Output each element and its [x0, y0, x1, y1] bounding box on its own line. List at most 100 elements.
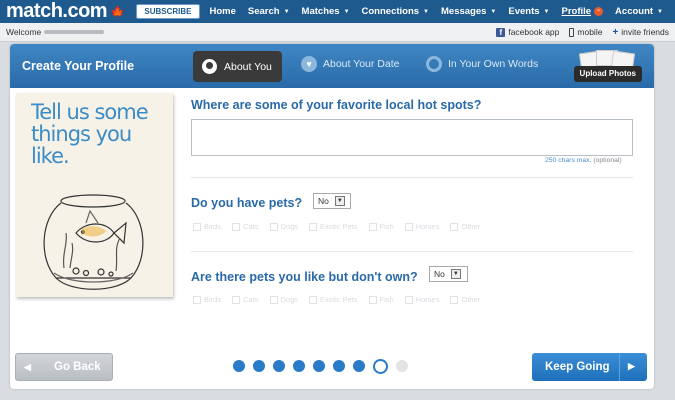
checkbox[interactable]: [309, 222, 318, 231]
nav-account-label: Account: [615, 6, 654, 17]
nav-search[interactable]: Search ▼: [248, 6, 290, 17]
checkbox[interactable]: [269, 295, 278, 304]
pet-option-dogs[interactable]: Dogs: [269, 222, 299, 231]
char-limit-text: 250 chars max.: [545, 157, 592, 164]
tab-in-your-own-words[interactable]: In Your Own Words: [426, 56, 538, 72]
checkbox[interactable]: [450, 295, 459, 304]
pet-option-birds[interactable]: Birds: [193, 222, 221, 231]
checkbox[interactable]: [269, 222, 278, 231]
pet-option-other[interactable]: Other: [450, 222, 480, 231]
pet-label: Dogs: [280, 295, 299, 304]
pet-label: Exotic Pets: [320, 222, 358, 231]
checkbox[interactable]: [404, 222, 413, 231]
chevron-down-icon: ▼: [283, 8, 290, 15]
checkbox[interactable]: [368, 222, 377, 231]
tab-about-your-date[interactable]: ♥ About Your Date: [301, 56, 399, 72]
facebook-app-label: facebook app: [508, 27, 560, 37]
chevron-down-icon: ▼: [334, 196, 345, 206]
welcome-bar: Welcome f facebook app mobile + invite fri…: [0, 23, 675, 42]
go-back-label: Go Back: [54, 361, 101, 373]
optional-label: (optional): [593, 157, 622, 164]
chevron-down-icon: ▼: [490, 8, 497, 15]
welcome-label: Welcome: [6, 27, 42, 37]
checkbox[interactable]: [368, 295, 377, 304]
pet-option-fish[interactable]: Fish: [368, 295, 394, 304]
facebook-app-link[interactable]: f facebook app: [496, 27, 559, 37]
pet-label: Fish: [379, 222, 394, 231]
button-separator: [619, 353, 620, 381]
upload-photos-button[interactable]: Upload Photos: [573, 66, 642, 82]
invite-friends-label: invite friends: [621, 27, 669, 37]
arrow-left-icon: ◀: [24, 361, 31, 372]
heart-icon: ♥: [301, 56, 317, 72]
nav-matches[interactable]: Matches ▼: [302, 6, 350, 17]
pet-option-exotic[interactable]: Exotic Pets: [309, 295, 358, 304]
top-nav: match.com 🍁 SUBSCRIBE Home Search ▼ Match…: [0, 0, 675, 23]
keep-going-button[interactable]: Keep Going ▶: [532, 353, 647, 381]
progress-dots: [233, 358, 416, 374]
have-pets-select[interactable]: No ▼: [313, 193, 351, 209]
question-have-pets: Do you have pets?: [191, 196, 303, 210]
progress-dot: [233, 360, 245, 372]
nav-connections-label: Connections: [361, 6, 420, 17]
progress-dot: [293, 360, 305, 372]
pet-label: Cats: [243, 295, 259, 304]
tab-about-you[interactable]: About You: [193, 51, 282, 82]
pet-option-dogs[interactable]: Dogs: [269, 295, 299, 304]
nav-home[interactable]: Home: [210, 6, 236, 17]
nav-profile-label: Profile: [561, 6, 592, 17]
nav-messages[interactable]: Messages ▼: [441, 6, 496, 17]
pet-option-horses[interactable]: Horses: [404, 295, 439, 304]
checkbox[interactable]: [404, 295, 413, 304]
profile-header: Create Your Profile About You ♥ About Yo…: [10, 44, 654, 88]
pet-label: Dogs: [280, 222, 299, 231]
pet-option-cats[interactable]: Cats: [232, 295, 259, 304]
tab-in-your-own-words-label: In Your Own Words: [448, 58, 539, 70]
site-logo[interactable]: match.com 🍁: [0, 0, 136, 23]
nav-search-label: Search: [247, 6, 280, 17]
mobile-link[interactable]: mobile: [569, 27, 602, 37]
checkbox[interactable]: [309, 295, 318, 304]
nav-events-label: Events: [508, 6, 540, 17]
page-title: Create Your Profile: [22, 59, 135, 73]
logo-text: match.com: [6, 0, 108, 22]
pet-option-cats[interactable]: Cats: [232, 222, 259, 231]
chevron-down-icon: ▼: [543, 8, 550, 15]
progress-dot: [273, 360, 285, 372]
go-back-button[interactable]: ◀ Go Back: [15, 353, 113, 381]
pet-label: Exotic Pets: [320, 295, 358, 304]
pet-label: Birds: [204, 222, 222, 231]
pet-option-exotic[interactable]: Exotic Pets: [309, 222, 358, 231]
mobile-phone-icon: [569, 27, 575, 37]
pet-option-other[interactable]: Other: [450, 295, 480, 304]
section-divider: [191, 251, 633, 252]
have-pets-value: No: [318, 196, 329, 206]
maple-leaf-icon: 🍁: [110, 4, 125, 19]
pet-option-fish[interactable]: Fish: [368, 222, 394, 231]
section-divider: [191, 177, 633, 178]
pet-label: Horses: [415, 222, 440, 231]
checkbox[interactable]: [450, 222, 459, 231]
facebook-icon: f: [496, 27, 506, 37]
nav-account[interactable]: Account ▼: [615, 6, 663, 17]
pet-option-horses[interactable]: Horses: [404, 222, 440, 231]
arrow-right-icon: ▶: [628, 361, 635, 371]
user-icon: [202, 59, 217, 74]
nav-events[interactable]: Events ▼: [508, 6, 549, 17]
checkbox[interactable]: [193, 222, 201, 231]
pet-label: Birds: [204, 295, 222, 304]
checkbox[interactable]: [232, 222, 241, 231]
profile-alert-icon: −: [594, 7, 604, 16]
hot-spots-textarea[interactable]: [191, 119, 633, 156]
progress-dot: [313, 360, 325, 372]
checkbox[interactable]: [232, 295, 241, 304]
pets-like-select[interactable]: No ▼: [429, 266, 468, 282]
subscribe-button[interactable]: SUBSCRIBE: [136, 4, 200, 19]
illustration-card: Tell us some things you like.: [16, 93, 173, 297]
checkbox[interactable]: [193, 295, 201, 304]
nav-profile[interactable]: Profile −: [561, 6, 604, 17]
nav-connections[interactable]: Connections ▼: [362, 6, 429, 17]
pet-option-birds[interactable]: Birds: [193, 295, 221, 304]
fishbowl-illustration: [43, 194, 144, 290]
invite-friends-link[interactable]: + invite friends: [612, 27, 669, 38]
